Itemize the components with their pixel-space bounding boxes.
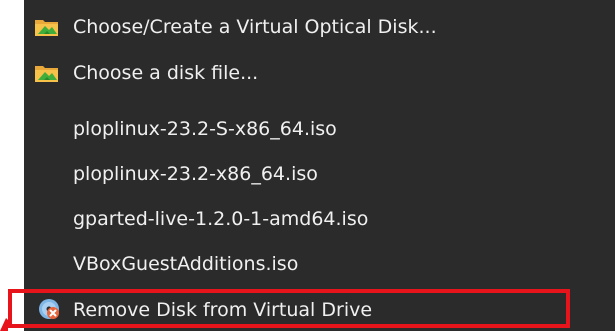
menu-item-label: VBoxGuestAdditions.iso	[73, 253, 299, 275]
menu-item-label: Choose a disk file...	[73, 62, 259, 84]
menu-item-iso-ploplinux-s[interactable]: ploplinux-23.2-S-x86_64.iso	[24, 106, 615, 152]
menu-item-label: ploplinux-23.2-S-x86_64.iso	[73, 118, 337, 140]
menu-item-label: Choose/Create a Virtual Optical Disk...	[73, 16, 437, 38]
menu-item-remove-disk[interactable]: Remove Disk from Virtual Drive	[24, 287, 615, 331]
menu-item-label: gparted-live-1.2.0-1-amd64.iso	[73, 208, 369, 230]
menu-item-iso-vboxguestadditions[interactable]: VBoxGuestAdditions.iso	[24, 241, 615, 287]
red-arrow-pointer-fragment	[0, 318, 8, 331]
folder-optical-disk-icon	[34, 60, 60, 86]
context-menu: Choose/Create a Virtual Optical Disk... …	[24, 0, 615, 331]
folder-optical-disk-icon	[34, 14, 60, 40]
menu-item-label: Remove Disk from Virtual Drive	[73, 299, 373, 321]
menu-item-label: ploplinux-23.2-x86_64.iso	[73, 163, 318, 185]
menu-item-iso-ploplinux[interactable]: ploplinux-23.2-x86_64.iso	[24, 151, 615, 197]
remove-disk-icon	[38, 298, 60, 320]
menu-item-choose-create-virtual-optical-disk[interactable]: Choose/Create a Virtual Optical Disk...	[24, 4, 615, 50]
menu-item-iso-gparted[interactable]: gparted-live-1.2.0-1-amd64.iso	[24, 196, 615, 242]
menu-item-choose-disk-file[interactable]: Choose a disk file...	[24, 50, 615, 96]
